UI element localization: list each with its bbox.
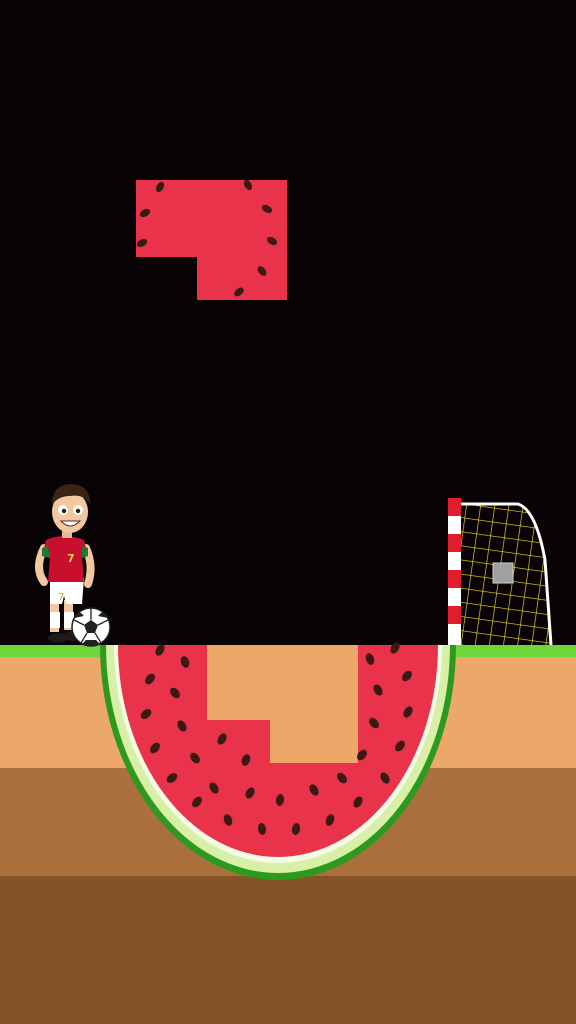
soil-top <box>0 645 576 770</box>
grass-right <box>456 645 576 657</box>
shorts-number: 7 <box>58 592 64 603</box>
game-scene: 7 7 <box>0 0 576 1024</box>
soil-bottom <box>0 876 576 1024</box>
jersey-number: 7 <box>67 552 75 565</box>
grass-left <box>0 645 100 657</box>
soccer-ball-icon[interactable] <box>71 607 111 647</box>
game-stage[interactable]: 7 7 <box>0 0 576 1024</box>
